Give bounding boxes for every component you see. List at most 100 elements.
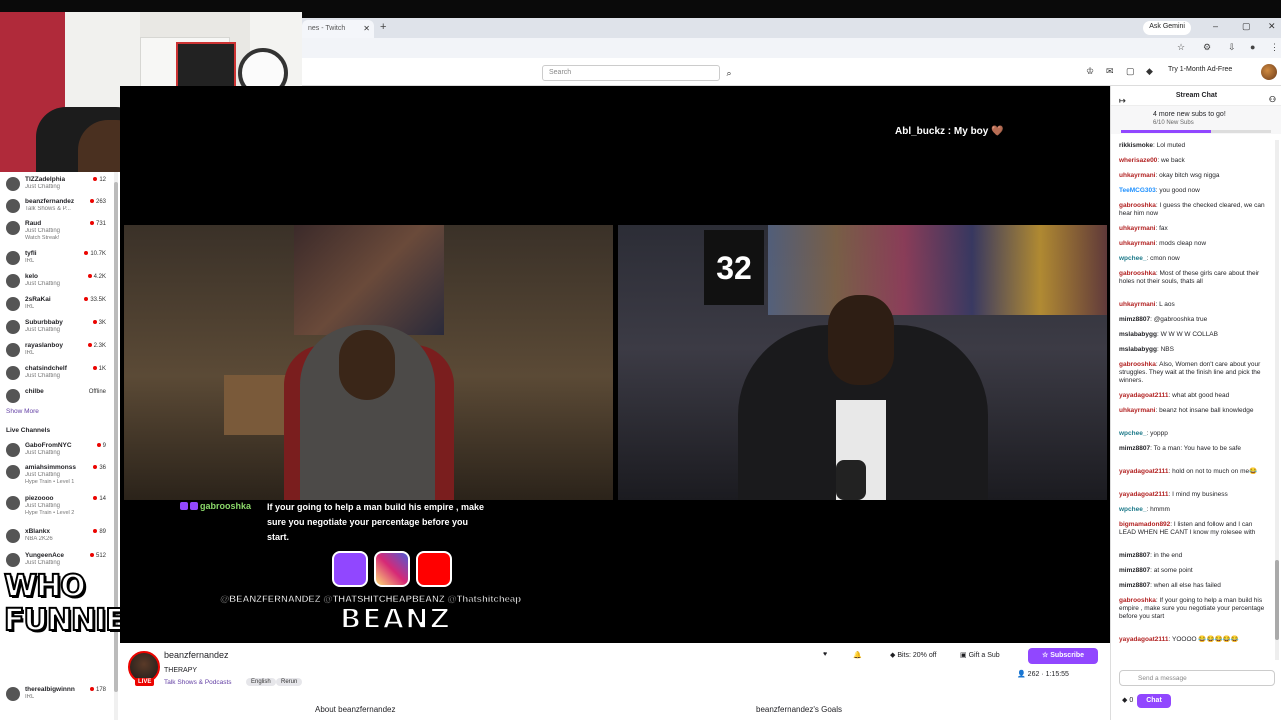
chat-username[interactable]: uhkayrmani (1119, 225, 1156, 232)
notifications-icon[interactable]: ◆ (1146, 66, 1153, 77)
chat-username[interactable]: wpchee_ (1119, 430, 1146, 437)
instagram-icon (374, 551, 410, 587)
tab-title: nes - Twitch (308, 25, 346, 32)
webcam-poster (176, 42, 236, 92)
live-dot-icon (93, 177, 98, 181)
chat-username[interactable]: mslababygg (1119, 346, 1157, 353)
follow-heart-icon[interactable]: ♥ (823, 651, 827, 658)
ask-gemini-button[interactable]: Ask Gemini (1143, 21, 1191, 35)
chat-username[interactable]: uhkayrmani (1119, 240, 1156, 247)
chat-scrollbar[interactable] (1275, 140, 1279, 660)
live-dot-icon (89, 221, 94, 225)
chat-message: mimz8807: at some point (1119, 567, 1193, 574)
sidebar-item[interactable]: tyfli IRL 10.7K (0, 248, 120, 270)
chat-username[interactable]: rikkismoke (1119, 142, 1153, 149)
chat-username[interactable]: gabrooshka (1119, 202, 1156, 209)
chat-username[interactable]: wherisaze00 (1119, 157, 1157, 164)
minimize-icon[interactable]: – (1213, 21, 1218, 31)
sidebar-item[interactable]: xBlankx NBA 2K26 89 (0, 526, 120, 548)
star-icon[interactable]: ☆ (1177, 42, 1185, 53)
profile-icon[interactable]: ● (1250, 42, 1255, 52)
chat-username[interactable]: yayadagoat2111 (1119, 468, 1169, 475)
chat-text: NBS (1160, 346, 1174, 353)
gift-sub-button[interactable]: ▣ Gift a Sub (960, 651, 1000, 659)
address-bar[interactable]: ☆ ⚙ ⇩ ● ⋮ (300, 38, 1281, 58)
chat-input[interactable]: Send a message (1119, 670, 1275, 686)
goal-title: 4 more new subs to go! (1153, 111, 1226, 118)
chat-username[interactable]: uhkayrmani (1119, 407, 1156, 414)
chat-username[interactable]: uhkayrmani (1119, 301, 1156, 308)
chat-username[interactable]: mimz8807 (1119, 582, 1150, 589)
chat-username[interactable]: gabrooshka (1119, 270, 1156, 277)
sidebar-item[interactable]: amiahsimmonss Just Chatting Hype Train • L… (0, 462, 120, 490)
stream-category[interactable]: Talk Shows & Podcasts (164, 679, 232, 686)
crown-icon[interactable]: ♔ (1086, 66, 1094, 77)
channel-name: rayaslanboy (25, 342, 63, 349)
chat-username[interactable]: wpchee_ (1119, 506, 1146, 513)
chat-username[interactable]: yayadagoat2111 (1119, 636, 1169, 643)
chat-username[interactable]: mslababygg (1119, 331, 1157, 338)
beanz-logo-text: BEANZ (339, 601, 451, 636)
sidebar-item[interactable]: beanzfernandez Talk Shows & P... 263 (0, 196, 120, 218)
chat-title: Stream Chat (1175, 92, 1218, 99)
sidebar-item[interactable]: 2sRaKai IRL 33.5K (0, 294, 120, 316)
channel-name: chilbe (25, 388, 44, 395)
chat-send-button[interactable]: Chat (1137, 694, 1171, 708)
whispers-icon[interactable]: ▢ (1126, 66, 1135, 77)
sidebar-item[interactable]: kelo Just Chatting 4.2K (0, 271, 120, 293)
chat-username[interactable]: mimz8807 (1119, 552, 1150, 559)
chat-message: TeeMCG303: you good now (1119, 187, 1200, 194)
chat-username[interactable]: uhkayrmani (1119, 172, 1156, 179)
subscribe-button[interactable]: ☆ Subscribe (1028, 648, 1098, 664)
search-input[interactable]: Search (542, 65, 720, 81)
sidebar-item[interactable]: Suburbbaby Just Chatting 3K (0, 317, 120, 339)
browser-tab[interactable]: nes - Twitch ✕ (302, 20, 374, 38)
sidebar-item[interactable]: Raud Just Chatting Watch Streak! 731 (0, 218, 120, 244)
chat-username[interactable]: mimz8807 (1119, 316, 1150, 323)
chat-username[interactable]: bigmamadon892 (1119, 521, 1170, 528)
notification-bell-icon[interactable]: 🔔 (853, 651, 862, 659)
menu-icon[interactable]: ⋮ (1270, 42, 1279, 53)
search-icon[interactable]: ⌕ (721, 65, 737, 81)
sidebar-item[interactable]: therealbigwinnn IRL 178 (0, 684, 120, 706)
sidebar-item[interactable]: rayaslanboy IRL 2.3K (0, 340, 120, 362)
chat-username[interactable]: mimz8807 (1119, 445, 1150, 452)
chat-scroll-thumb[interactable] (1275, 560, 1279, 640)
sidebar-item[interactable]: chilbe Offline (0, 386, 120, 408)
chat-username[interactable]: yayadagoat2111 (1119, 392, 1169, 399)
goal-progress-fill (1121, 130, 1211, 133)
channel-points[interactable]: ◆ 0 (1122, 696, 1133, 704)
close-window-icon[interactable]: ✕ (1268, 21, 1276, 32)
ad-free-button[interactable]: Try 1-Month Ad-Free (1168, 66, 1232, 73)
chat-username[interactable]: yayadagoat2111 (1119, 491, 1169, 498)
restore-icon[interactable]: ▢ (1242, 21, 1251, 32)
chat-username[interactable]: gabrooshka (1119, 361, 1156, 368)
channel-category: Talk Shows & P... (25, 206, 71, 212)
user-avatar[interactable] (1261, 64, 1277, 80)
chat-message: gabrooshka: If your going to help a man … (1119, 597, 1265, 620)
tag-rerun[interactable]: Rerun (276, 678, 303, 686)
chat-username[interactable]: gabrooshka (1119, 597, 1156, 604)
download-icon[interactable]: ⇩ (1228, 42, 1236, 53)
new-tab-button[interactable]: + (380, 21, 386, 33)
inbox-icon[interactable]: ✉ (1106, 66, 1114, 77)
sidebar-item[interactable]: GaboFromNYC Just Chatting 9 (0, 440, 120, 462)
sidebar-item[interactable]: piezoooo Just Chatting Hype Train • Level … (0, 493, 120, 521)
show-more-link[interactable]: Show More (6, 408, 39, 415)
bits-button[interactable]: ◆ Bits: 20% off (890, 651, 937, 659)
watch-streak: Watch Streak! (25, 235, 60, 241)
channel-name[interactable]: beanzfernandez (164, 650, 229, 660)
sidebar-item[interactable]: chatsindchelf Just Chatting 1K (0, 363, 120, 385)
avatar (6, 496, 20, 510)
tag-english[interactable]: English (246, 678, 276, 686)
chat-username[interactable]: mimz8807 (1119, 567, 1150, 574)
extensions-icon[interactable]: ⚙ (1203, 42, 1211, 53)
avatar (6, 366, 20, 380)
video-player[interactable]: Abl_buckz : My boy 🤎 32 gabrooshka If yo… (120, 86, 1110, 643)
tab-close-icon[interactable]: ✕ (363, 24, 370, 33)
viewers-icon: 👤 (1017, 671, 1026, 678)
sub-goal-banner[interactable]: 4 more new subs to go! 6/10 New Subs (1111, 106, 1281, 134)
chat-username[interactable]: wpchee_ (1119, 255, 1146, 262)
chat-username[interactable]: TeeMCG303 (1119, 187, 1156, 194)
sidebar-item[interactable]: TIZZadelphia Just Chatting 12 (0, 174, 120, 196)
